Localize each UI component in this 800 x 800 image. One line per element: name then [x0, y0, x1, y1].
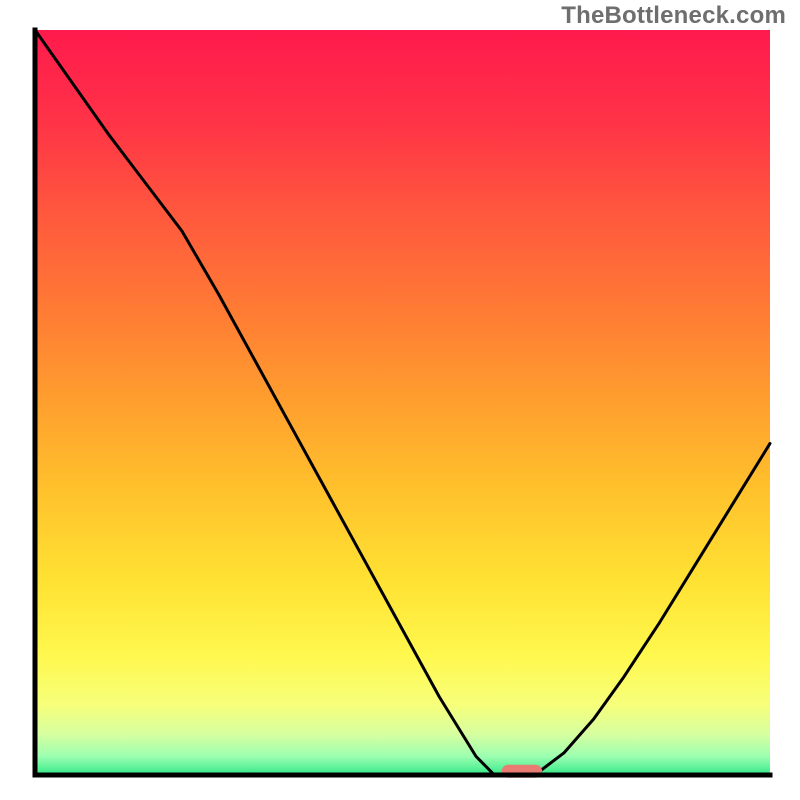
bottleneck-chart	[0, 0, 800, 800]
plot-background	[35, 30, 770, 775]
chart-container: TheBottleneck.com	[0, 0, 800, 800]
